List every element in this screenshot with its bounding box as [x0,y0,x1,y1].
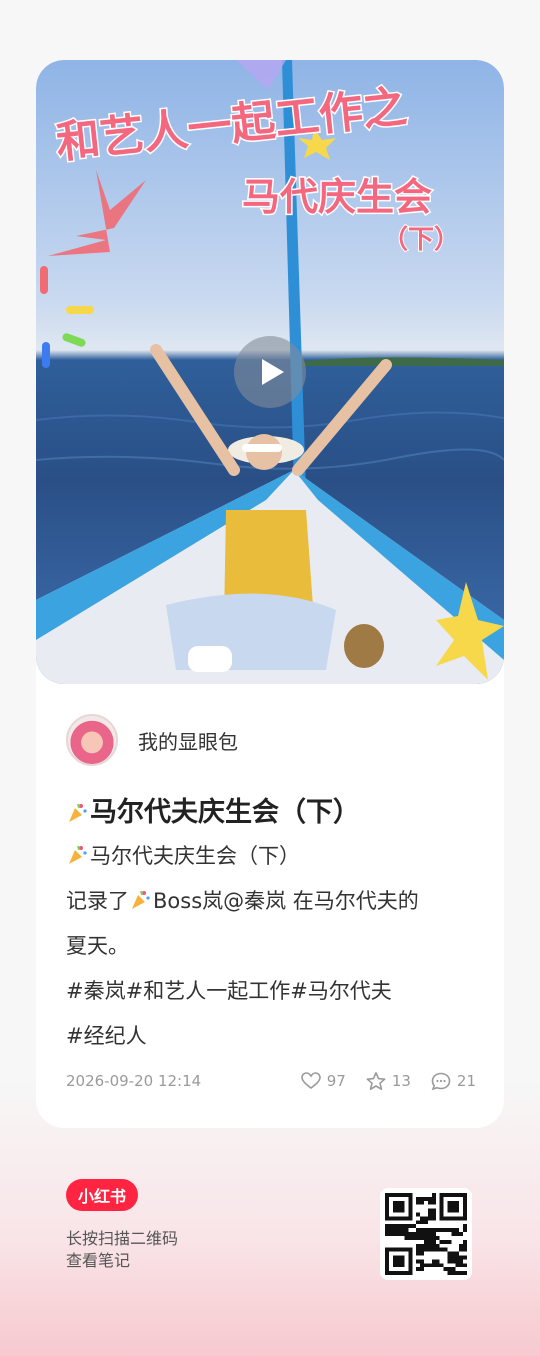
comment-count: 21 [456,1072,476,1090]
desc-line3: 夏天。 [66,934,129,958]
comment-icon [431,1072,451,1090]
post-time: 2026-09-20 12:14 [66,1072,202,1090]
post-meta: 2026-09-20 12:14 97 13 21 [66,1070,476,1092]
star-icon [366,1071,386,1090]
party-popper-icon [69,845,87,864]
author-row[interactable]: 我的显眼包 [66,714,238,766]
avatar[interactable] [66,714,118,766]
cover-title-line2: 马代庆生会 [242,177,432,219]
heart-icon [300,1072,321,1089]
party-popper-icon [132,890,150,909]
post-title-text: 马尔代夫庆生会（下） [90,797,360,828]
desc-line1: 马尔代夫庆生会（下） [90,844,300,868]
like-stat[interactable]: 97 [300,1072,346,1090]
party-popper-icon [69,803,87,822]
play-button[interactable] [234,336,306,408]
like-count: 97 [326,1072,346,1090]
collect-stat[interactable]: 13 [366,1071,411,1091]
scan-hint: 长按扫描二维码 查看笔记 [66,1228,178,1272]
note-card: 和艺人一起工作之 马代庆生会 （下） 我的显眼包 马尔代夫庆生会（下） 马尔代夫… [36,60,504,1128]
qr-code[interactable] [380,1188,472,1280]
author-name[interactable]: 我的显眼包 [138,726,238,755]
scan-hint-line2: 查看笔记 [66,1251,131,1270]
desc-line2-pre: 记录了 [66,889,129,913]
comment-stat[interactable]: 21 [431,1072,476,1091]
scan-hint-line1: 长按扫描二维码 [66,1229,179,1248]
play-icon [262,359,284,385]
qr-code-icon [385,1193,467,1275]
collect-count: 13 [391,1072,411,1090]
cover-title-line1: 和艺人一起工作之 [54,82,409,168]
post-description: 马尔代夫庆生会（下） 记录了 Boss岚@秦岚 在马尔代夫的 夏天。 #秦岚#和艺… [66,834,478,1059]
post-title: 马尔代夫庆生会（下） [66,790,360,829]
hashtags-line1[interactable]: #秦岚#和艺人一起工作#马尔代夫 [66,979,392,1003]
xiaohongshu-logo: 小红书 [66,1179,139,1211]
cover-image[interactable]: 和艺人一起工作之 马代庆生会 （下） [36,60,504,684]
cover-title-line3: （下） [382,224,460,254]
desc-line2-post: Boss岚@秦岚 在马尔代夫的 [153,889,419,913]
hashtags-line2[interactable]: #经纪人 [66,1024,147,1048]
